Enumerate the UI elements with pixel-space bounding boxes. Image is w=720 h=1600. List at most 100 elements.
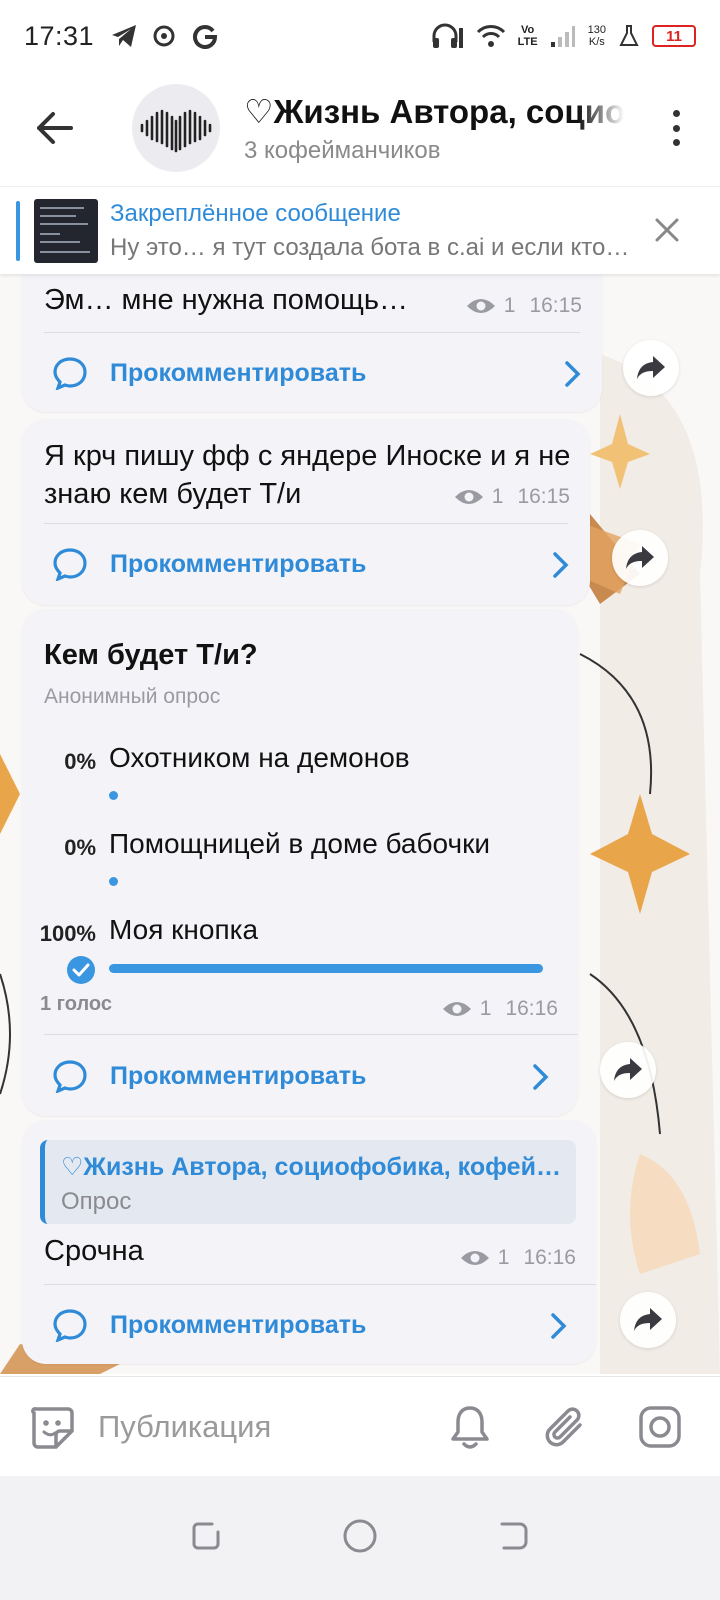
net-speed: 130 K/s [588, 24, 606, 48]
comment-label: Прокомментировать [110, 358, 367, 387]
volte-top: Vo [521, 24, 535, 36]
channel-title: ♡Жизнь Автора, социофобика, кофейманчик [244, 92, 624, 130]
poll-option[interactable]: 0% Помощницей в доме бабочки [22, 825, 578, 895]
eye-icon [442, 999, 472, 1019]
eye-icon [460, 1248, 490, 1268]
share-arrow-icon [637, 356, 665, 379]
headphones-status-icon [152, 23, 178, 49]
camera-icon [639, 1406, 681, 1448]
comment-bubble-icon [53, 1309, 87, 1342]
telegram-icon [110, 23, 138, 49]
share-button[interactable] [623, 340, 679, 396]
dot-icon [672, 139, 680, 146]
share-button[interactable] [620, 1292, 676, 1348]
heart-soundwave-icon [140, 109, 212, 153]
post-time: 16:15 [517, 485, 570, 508]
pinned-title: Закреплённое сообщение [110, 199, 401, 227]
comment-bubble-icon [53, 548, 87, 581]
channel-post[interactable]: Эм… мне нужна помощь… 1 16:15 Прокоммент… [22, 274, 602, 412]
header-text[interactable]: ♡Жизнь Автора, социофобика, кофейманчик … [244, 92, 624, 165]
poll-option-percent: 100% [39, 921, 96, 946]
post-meta: 1 16:15 [454, 485, 570, 509]
dot-icon [672, 110, 680, 117]
post-meta: 1 16:15 [466, 294, 582, 318]
divider [44, 1284, 596, 1285]
divider [44, 523, 568, 524]
recents-icon [192, 1522, 220, 1549]
camera-button[interactable] [636, 1403, 684, 1451]
post-text: Срочна [44, 1235, 144, 1267]
net-speed-unit: K/s [588, 36, 605, 48]
forward-quote[interactable]: ♡Жизнь Автора, социофобика, кофейманчик … [40, 1140, 576, 1224]
poll-option-percent: 0% [64, 749, 96, 774]
share-arrow-icon [626, 546, 654, 569]
poll-option-bar [109, 791, 118, 800]
sticker-icon [31, 1407, 74, 1449]
quote-title: ♡Жизнь Автора, социофобика, кофейманчик [61, 1153, 569, 1181]
comment-button[interactable]: Прокомментировать [52, 525, 570, 603]
message-input[interactable]: Публикация [98, 1409, 271, 1445]
post-time: 16:16 [505, 997, 558, 1020]
poll-option[interactable]: 0% Охотником на демонов [22, 739, 578, 809]
message-list[interactable]: Эм… мне нужна помощь… 1 16:15 Прокоммент… [0, 274, 720, 1374]
comment-button[interactable]: Прокомментировать [52, 334, 582, 412]
post-meta: 1 16:16 [460, 1246, 576, 1270]
comment-label: Прокомментировать [110, 549, 367, 578]
pinned-preview: Ну это… я тут создала бота в c.ai и если… [110, 233, 630, 261]
home-button[interactable] [342, 1518, 378, 1559]
comment-button[interactable]: Прокомментировать [52, 1037, 550, 1115]
attach-button[interactable] [540, 1403, 588, 1451]
channel-post[interactable]: ♡Жизнь Автора, социофобика, кофейманчик … [22, 1120, 596, 1364]
comment-label: Прокомментировать [110, 1310, 367, 1339]
close-pinned-button[interactable] [652, 215, 682, 245]
poll-post[interactable]: Кем будет Т/и? Анонимный опрос 0% Охотни… [22, 609, 578, 1116]
post-time: 16:16 [523, 1246, 576, 1269]
net-speed-value: 130 [587, 24, 606, 36]
recents-button[interactable] [190, 1520, 222, 1557]
message-input-bar: Публикация [0, 1376, 720, 1476]
back-nav-button[interactable] [498, 1520, 530, 1557]
comment-bubble-icon [53, 1060, 87, 1093]
sticker-button[interactable] [28, 1403, 76, 1451]
quote-subtitle: Опрос [61, 1188, 132, 1215]
channel-avatar[interactable] [132, 84, 220, 172]
divider [44, 332, 580, 333]
volte-indicator: Vo LTE [518, 24, 538, 48]
home-circle-icon [343, 1519, 377, 1552]
poll-option-bar [109, 964, 543, 973]
poll-type: Анонимный опрос [44, 685, 221, 708]
back-button[interactable] [10, 84, 98, 172]
poll-option-bar [109, 877, 118, 886]
channel-header: ♡Жизнь Автора, социофобика, кофейманчик … [0, 72, 720, 184]
view-count: 1 [479, 997, 492, 1020]
wifi-icon [476, 24, 506, 48]
volte-bottom: LTE [517, 36, 538, 48]
system-nav-bar [0, 1476, 720, 1600]
google-icon [192, 23, 218, 49]
poll-option-percent: 0% [64, 835, 96, 860]
share-button[interactable] [600, 1042, 656, 1098]
mute-notifications-button[interactable] [446, 1403, 494, 1451]
post-text: Эм… мне нужна помощь… [44, 284, 408, 316]
channel-post[interactable]: Я крч пишу фф с яндере Иноске и я не зна… [22, 419, 590, 605]
eye-icon [454, 487, 484, 507]
post-meta: 1 16:16 [442, 997, 558, 1021]
back-nav-icon [500, 1522, 528, 1549]
chevron-right-icon [533, 1064, 549, 1090]
more-menu-button[interactable] [664, 100, 688, 156]
status-time: 17:31 [24, 20, 95, 51]
comment-label: Прокомментировать [110, 1061, 367, 1090]
battery-indicator: 11 [652, 25, 696, 47]
pinned-message-bar[interactable]: Закреплённое сообщение Ну это… я тут соз… [0, 186, 720, 274]
headset-icon [430, 22, 464, 50]
poll-option-label: Охотником на демонов [109, 742, 410, 773]
comment-button[interactable]: Прокомментировать [52, 1286, 568, 1364]
chevron-right-icon [551, 1313, 567, 1339]
status-bar: 17:31 Vo LTE 130 K/s 11 [0, 0, 720, 72]
vote-count: 1 голос [40, 993, 112, 1015]
view-count: 1 [491, 485, 504, 508]
share-button[interactable] [612, 530, 668, 586]
pin-indicator [16, 200, 20, 261]
poll-option[interactable]: 100% Моя кнопка [22, 911, 578, 987]
comment-bubble-icon [53, 357, 87, 390]
